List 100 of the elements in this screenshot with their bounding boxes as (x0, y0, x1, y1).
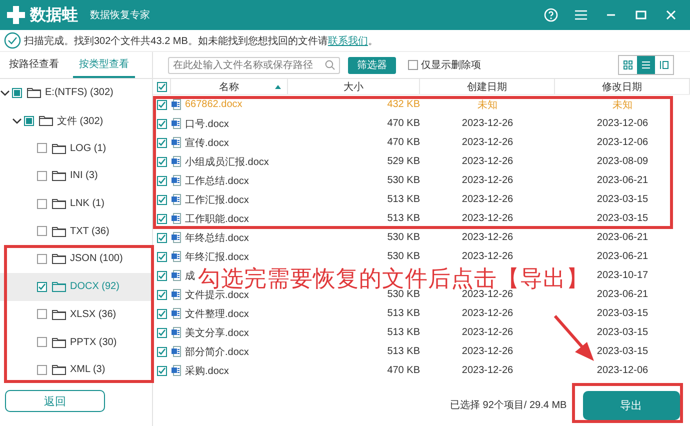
view-toggle-button[interactable] (637, 56, 655, 74)
row-checkbox[interactable] (157, 118, 167, 128)
column-header[interactable]: 创建日期 (467, 80, 507, 94)
row-checkbox[interactable] (157, 232, 167, 242)
checkbox[interactable] (37, 364, 47, 375)
tree-item[interactable]: E:(NTFS) (302) (0, 79, 152, 107)
checkbox[interactable] (37, 309, 47, 320)
selection-summary: 已选择 92个项目/ 29.4 MB (450, 398, 567, 412)
tree-item[interactable]: JSON (100) (0, 245, 152, 273)
tree-item[interactable]: 文件 (302) (0, 106, 152, 134)
file-size: 470 KB (387, 118, 420, 129)
filter-button[interactable]: 筛选器 (348, 56, 396, 74)
tree-item-label: XLSX (36) (70, 308, 116, 320)
checkbox[interactable] (37, 143, 47, 154)
chevron-icon[interactable] (0, 88, 10, 98)
row-checkbox[interactable] (157, 214, 167, 224)
checkbox[interactable] (37, 254, 47, 264)
folder-icon (52, 253, 66, 264)
row-checkbox[interactable] (157, 100, 167, 110)
row-checkbox[interactable] (157, 290, 167, 300)
tree-item[interactable]: XML (3) (0, 356, 152, 384)
tree-item-label: XML (3) (70, 364, 106, 376)
annotation-text: 勾选完需要恢复的文件后点击【导出】 (198, 268, 589, 290)
row-checkbox[interactable] (157, 252, 167, 262)
modified-date: 2023-08-09 (596, 156, 648, 167)
tree-item-label: TXT (36) (70, 226, 110, 237)
tree-item[interactable]: XLSX (36) (0, 300, 152, 328)
close-icon[interactable] (664, 8, 678, 22)
document-icon (171, 213, 181, 224)
tree-item[interactable]: TXT (36) (0, 217, 152, 246)
row-checkbox[interactable] (157, 366, 167, 376)
menu-icon[interactable] (574, 8, 588, 22)
maximize-icon[interactable] (634, 8, 648, 22)
checkbox[interactable] (408, 60, 418, 70)
column-header[interactable]: 修改日期 (602, 80, 642, 94)
tab[interactable]: 按类型查看 (73, 52, 135, 78)
modified-date: 未知 (612, 98, 632, 112)
file-name: 成 (185, 270, 195, 282)
tree-item[interactable]: LNK (1) (0, 190, 152, 218)
contact-link[interactable]: 联系我们 (328, 36, 368, 46)
created-date: 2023-12-26 (462, 156, 514, 167)
created-date: 2023-12-26 (462, 327, 514, 338)
created-date: 2023-12-26 (462, 289, 514, 300)
logo-icon (6, 5, 26, 25)
document-icon (171, 194, 181, 205)
column-header[interactable]: 名称 (219, 80, 239, 94)
row-checkbox[interactable] (157, 156, 167, 166)
tab[interactable]: 按路径查看 (3, 52, 65, 78)
file-name: 年终汇报.docx (185, 250, 249, 264)
document-icon (171, 308, 181, 319)
modified-date: 2023-06-21 (596, 232, 648, 243)
document-icon (171, 232, 181, 243)
created-date: 2023-12-26 (462, 346, 514, 357)
tree-item[interactable]: PPTX (30) (0, 328, 152, 356)
select-all-checkbox[interactable] (156, 82, 166, 92)
checkbox[interactable] (37, 282, 47, 292)
row-checkbox[interactable] (157, 194, 167, 204)
document-icon (171, 118, 181, 129)
help-icon[interactable] (544, 8, 558, 22)
back-button[interactable]: 返回 (5, 390, 105, 412)
modified-date: 2023-03-15 (596, 213, 648, 224)
folder-icon (27, 87, 41, 98)
row-checkbox[interactable] (157, 176, 167, 186)
tree-item-label: PPTX (30) (70, 336, 117, 348)
document-icon (171, 99, 181, 110)
file-name: 工作汇报.docx (185, 194, 249, 206)
row-checkbox[interactable] (157, 346, 167, 356)
app-name: 数据蛙 (30, 6, 78, 26)
file-size: 530 KB (387, 175, 420, 186)
search-icon (325, 60, 335, 70)
file-name: 667862.docx (185, 99, 242, 110)
folder-icon (52, 336, 66, 348)
list-view-icon (641, 60, 651, 70)
checkbox[interactable] (37, 226, 47, 236)
tree-item-label: LNK (1) (70, 198, 104, 210)
folder-icon (52, 308, 66, 320)
checkbox[interactable] (24, 116, 34, 126)
modified-date: 2023-06-21 (596, 175, 648, 186)
created-date: 2023-12-26 (462, 194, 514, 205)
file-size: 513 KB (387, 194, 420, 205)
export-button[interactable]: 导出 (582, 390, 680, 420)
row-checkbox[interactable] (157, 270, 167, 280)
column-header[interactable]: 大小 (344, 80, 364, 94)
document-icon (171, 289, 181, 300)
checkbox[interactable] (37, 198, 47, 209)
chevron-icon[interactable] (12, 116, 22, 126)
row-checkbox[interactable] (157, 308, 167, 318)
row-checkbox[interactable] (157, 328, 167, 338)
row-checkbox[interactable] (157, 138, 167, 148)
folder-icon (52, 226, 66, 237)
tree-item[interactable]: LOG (1) (0, 134, 152, 162)
checkbox[interactable] (12, 88, 22, 98)
checkbox[interactable] (37, 170, 47, 181)
modified-date: 2023-12-06 (596, 365, 648, 376)
file-size: 513 KB (387, 346, 420, 357)
tree-item-label: INI (3) (70, 170, 98, 182)
scan-result-message: 扫描完成。找到302个文件共43.2 MB。如未能找到您想找回的文件请联系我们。 (24, 34, 378, 48)
document-icon (171, 365, 181, 376)
checkbox[interactable] (37, 337, 47, 348)
tree-item[interactable]: INI (3) (0, 162, 152, 190)
